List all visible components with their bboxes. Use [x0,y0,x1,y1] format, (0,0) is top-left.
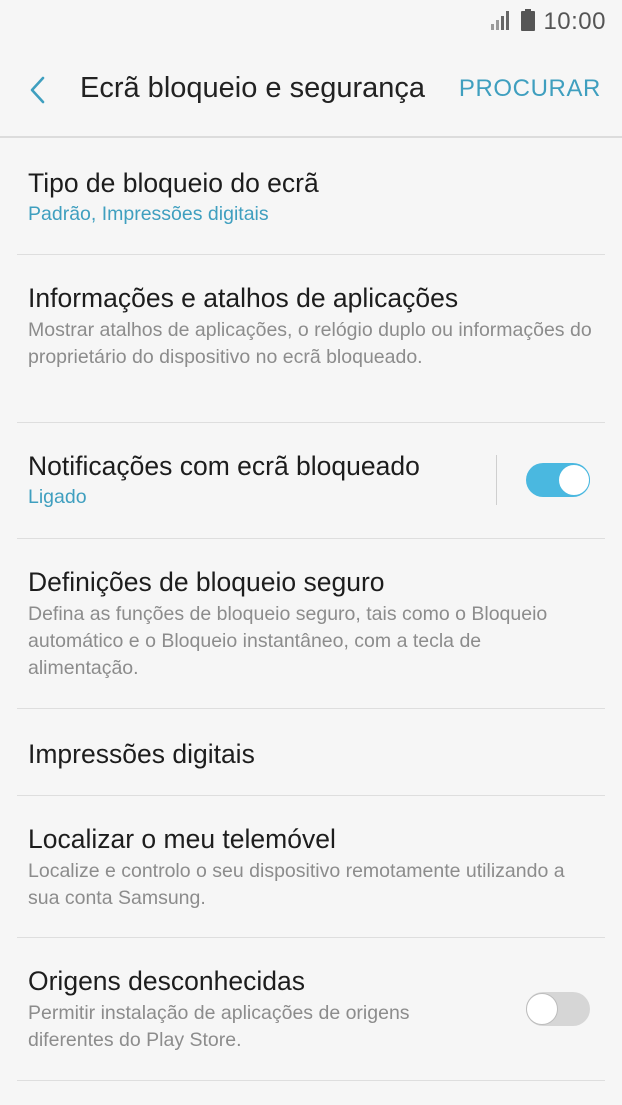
item-title: Localizar o meu telemóvel [28,824,336,854]
list-item-app-shortcuts[interactable]: Informações e atalhos de aplicações Most… [17,255,605,423]
toggle-knob [558,464,590,496]
list-item-find-my-mobile[interactable]: Localizar o meu telemóvel Localize e con… [17,796,605,938]
unknown-sources-toggle[interactable] [526,992,590,1026]
item-title: Notificações com ecrã bloqueado [28,451,420,481]
notifications-toggle[interactable] [526,463,590,497]
item-subtitle: Defina as funções de bloqueio seguro, ta… [28,603,548,679]
toggle-knob [526,993,558,1025]
back-button[interactable] [16,70,60,114]
item-text: Impressões digitais [28,709,594,771]
item-text: Notificações com ecrã bloqueado Ligado [28,423,594,511]
screen: 10:00 Ecrã bloqueio e segurança PROCURAR… [0,0,622,1105]
item-text: Origens desconhecidas Permitir instalaçã… [28,938,594,1054]
list-item-fingerprints[interactable]: Impressões digitais [17,709,605,796]
item-text: Localizar o meu telemóvel Localize e con… [28,796,594,912]
item-title: Informações e atalhos de aplicações [28,283,459,313]
item-title: Impressões digitais [28,739,255,769]
list-item-secure-lock-settings[interactable]: Definições de bloqueio seguro Defina as … [17,539,605,709]
list-item-screen-lock-type[interactable]: Tipo de bloqueio do ecrã Padrão, Impress… [17,138,605,255]
page-title: Ecrã bloqueio e segurança [80,72,426,104]
item-text: Informações e atalhos de aplicações Most… [28,255,594,371]
battery-icon [521,8,536,36]
item-subtitle: Padrão, Impressões digitais [28,203,269,225]
item-subtitle: Mostrar atalhos de aplicações, o relógio… [28,319,592,368]
item-text: Definições de bloqueio seguro Defina as … [28,539,594,682]
item-subtitle: Ligado [28,486,87,508]
status-icons: 10:00 [491,8,606,36]
search-button[interactable]: PROCURAR [459,75,601,103]
item-text: Tipo de bloqueio do ecrã Padrão, Impress… [28,138,594,228]
item-subtitle: Localize e controlo o seu dispositivo re… [28,860,565,909]
app-bar: Ecrã bloqueio e segurança PROCURAR [0,44,622,138]
item-title: Origens desconhecidas [28,966,305,996]
signal-icon [491,10,513,35]
status-bar: 10:00 [0,0,622,44]
divider [496,455,497,505]
list-item-lock-screen-notifications[interactable]: Notificações com ecrã bloqueado Ligado [17,423,605,539]
settings-list: Tipo de bloqueio do ecrã Padrão, Impress… [0,138,622,1081]
status-time: 10:00 [543,8,606,35]
list-item-unknown-sources[interactable]: Origens desconhecidas Permitir instalaçã… [17,938,605,1081]
item-title: Tipo de bloqueio do ecrã [28,168,319,198]
item-subtitle: Permitir instalação de aplicações de ori… [28,1002,410,1051]
chevron-left-icon [28,75,48,110]
item-title: Definições de bloqueio seguro [28,567,385,597]
